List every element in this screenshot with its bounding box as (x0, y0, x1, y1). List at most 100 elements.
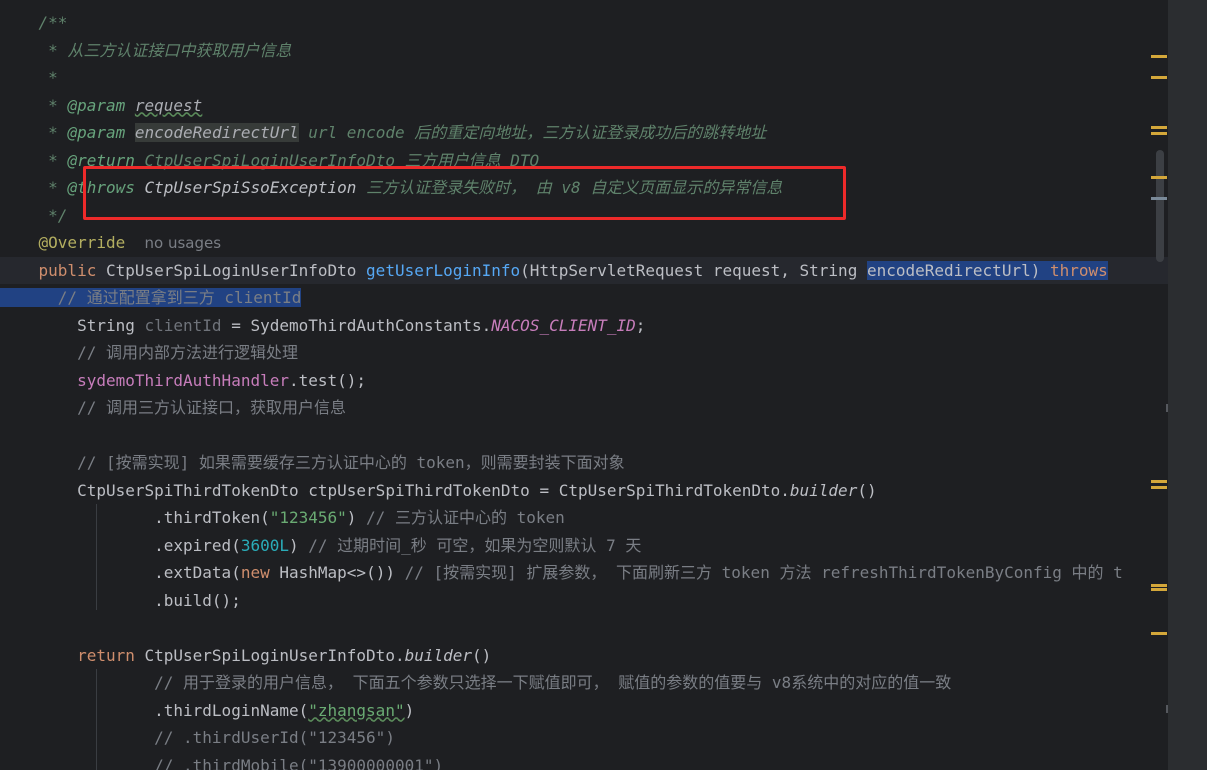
code-line[interactable]: .build(); (0, 587, 1168, 615)
warning-mark[interactable] (1151, 632, 1167, 635)
warning-mark[interactable] (1151, 55, 1167, 58)
code-token: request (134, 95, 203, 115)
code-token: // 过期时间_秒 可空，如果为空则默认 7 天 (308, 535, 642, 555)
code-token: getUserLoginInfo (366, 260, 521, 280)
code-line[interactable]: .thirdToken("123456") // 三方认证中心的 token (0, 504, 1168, 532)
code-token: ) (289, 535, 309, 555)
code-token: // 调用内部方法进行逻辑处理 (0, 343, 298, 362)
code-token: builder (404, 645, 473, 665)
code-token: NACOS_CLIENT_ID (491, 315, 636, 335)
code-token: .thirdToken( (0, 508, 270, 527)
code-token: /** (0, 13, 68, 32)
code-line[interactable]: String clientId = SydemoThirdAuthConstan… (0, 312, 1168, 340)
code-token: 3600L (240, 535, 289, 555)
code-token: encodeRedirectUrl (866, 260, 1031, 280)
code-token: .test(); (288, 370, 367, 390)
code-token: // .thirdMobile("13900000001") (0, 755, 444, 770)
code-line[interactable]: * (0, 64, 1168, 92)
info-mark[interactable] (1151, 197, 1167, 200)
code-token: ; (635, 315, 646, 335)
code-token: * (0, 178, 68, 197)
code-line[interactable] (0, 614, 1168, 642)
code-token: // [按需实现] 扩展参数， 下面刷新三方 token 方法 refreshT… (404, 563, 1123, 582)
code-line[interactable]: .extData(new HashMap<>()) // [按需实现] 扩展参数… (0, 559, 1168, 587)
code-line[interactable]: /** (0, 9, 1168, 37)
code-editor[interactable]: /** * 从三方认证接口中获取用户信息 * * @param request … (0, 0, 1168, 770)
code-token: () (857, 480, 877, 500)
code-token: HashMap<>()) (269, 563, 405, 582)
code-token: public (38, 260, 97, 280)
code-line[interactable]: // [按需实现] 如果需要缓存三方认证中心的 token，则需要封装下面对象 (0, 449, 1168, 477)
code-token: CtpUserSpiLoginUserInfoDto (96, 260, 367, 280)
code-token: url encode 后的重定向地址，三方认证登录成功后的跳转地址 (298, 123, 767, 142)
code-token: @Override (38, 233, 126, 252)
code-token: "zhangsan" (308, 700, 405, 720)
code-token: @param (67, 123, 126, 142)
code-line[interactable]: // 用于登录的用户信息， 下面五个参数只选择一下赋值即可， 赋值的参数的值要与… (0, 669, 1168, 697)
code-token: CtpUserSpiThirdTokenDto ctpUserSpiThirdT… (0, 480, 790, 500)
code-line[interactable]: public CtpUserSpiLoginUserInfoDto getUse… (0, 256, 1168, 284)
code-token: // [按需实现] 如果需要缓存三方认证中心的 token，则需要封装下面对象 (0, 453, 625, 472)
code-token: ) (404, 700, 415, 720)
highlight-box-throws (83, 166, 846, 220)
code-token: .expired( (0, 535, 241, 555)
warning-mark[interactable] (1151, 126, 1167, 129)
code-line[interactable]: sydemoThirdAuthHandler.test(); (0, 367, 1168, 395)
code-line[interactable]: .thirdLoginName("zhangsan") (0, 697, 1168, 725)
code-line[interactable]: return CtpUserSpiLoginUserInfoDto.builde… (0, 642, 1168, 670)
code-token: // .thirdUserId("123456") (0, 728, 395, 747)
code-line[interactable]: * @param encodeRedirectUrl url encode 后的… (0, 119, 1168, 147)
code-line[interactable]: // 通过配置拿到三方 clientId (0, 284, 1168, 312)
code-line[interactable]: // .thirdMobile("13900000001") (0, 752, 1168, 770)
code-line[interactable] (0, 422, 1168, 450)
warning-mark[interactable] (1151, 486, 1167, 489)
code-token: @param (67, 95, 126, 115)
code-token: .thirdLoginName( (0, 700, 309, 720)
code-line[interactable]: @Override no usages (0, 229, 1168, 257)
warning-mark[interactable] (1151, 584, 1167, 587)
code-token: // 用于登录的用户信息， 下面五个参数只选择一下赋值即可， 赋值的参数的值要与… (0, 673, 952, 692)
code-token: .extData( (0, 563, 241, 582)
code-line[interactable]: .expired(3600L) // 过期时间_秒 可空，如果为空则默认 7 天 (0, 532, 1168, 560)
code-token: encodeRedirectUrl (134, 123, 299, 142)
code-line[interactable]: // .thirdUserId("123456") (0, 724, 1168, 752)
warning-mark[interactable] (1151, 132, 1167, 135)
code-token: sydemoThirdAuthHandler (77, 370, 289, 390)
warning-mark[interactable] (1151, 480, 1167, 483)
code-token: * 从三方认证接口中获取用户信息 (0, 40, 292, 60)
code-line[interactable]: * 从三方认证接口中获取用户信息 (0, 37, 1168, 65)
code-token: no usages (144, 234, 222, 252)
code-line[interactable]: // 调用内部方法进行逻辑处理 (0, 339, 1168, 367)
code-token: ) (1030, 260, 1041, 280)
code-token: .build(); (0, 590, 241, 610)
code-line[interactable]: CtpUserSpiThirdTokenDto ctpUserSpiThirdT… (0, 477, 1168, 505)
scrollbar-thumb[interactable] (1156, 150, 1164, 262)
code-token: * (0, 150, 68, 170)
code-token: */ (0, 205, 68, 225)
code-token: // 通过配置拿到三方 clientId (19, 288, 302, 307)
warning-mark[interactable] (1151, 176, 1167, 179)
warning-mark[interactable] (1151, 588, 1167, 591)
code-token: clientId (144, 315, 222, 335)
code-token: String (0, 315, 145, 335)
code-token: return (77, 645, 135, 665)
code-token (0, 288, 20, 307)
code-line[interactable]: // 调用三方认证接口，获取用户信息 (0, 394, 1168, 422)
code-token: "123456" (269, 508, 347, 527)
code-line[interactable]: * @param request (0, 92, 1168, 120)
code-token: () (472, 645, 492, 665)
code-token: // 调用三方认证接口，获取用户信息 (0, 398, 346, 417)
code-token: throws (1040, 260, 1108, 280)
warning-mark[interactable] (1151, 76, 1167, 79)
code-token: // 三方认证中心的 token (366, 508, 565, 527)
code-token: * (0, 123, 68, 142)
code-token: * (0, 95, 68, 115)
code-token: builder (789, 480, 858, 500)
